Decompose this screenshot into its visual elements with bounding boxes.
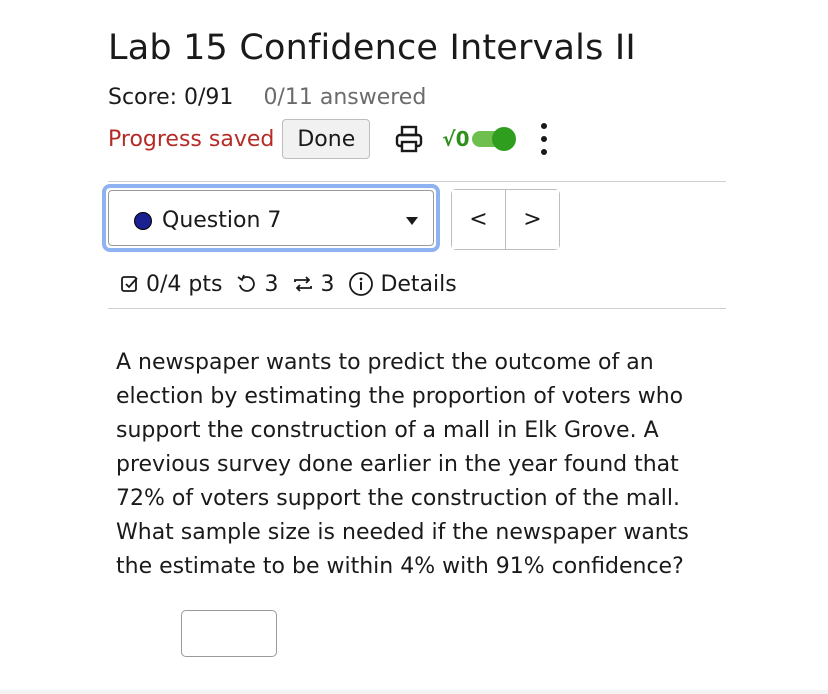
question-nav-buttons: < >	[451, 189, 560, 250]
versions-count: 3	[320, 271, 335, 297]
score-text: Score: 0/91	[108, 85, 234, 110]
divider	[108, 181, 726, 182]
sqrt-icon: √0	[442, 127, 470, 151]
answered-count: 0/11 answered	[263, 85, 427, 110]
info-icon	[349, 272, 374, 296]
score-row: Score: 0/91 0/11 answered	[108, 85, 426, 110]
attempts-item: 3	[236, 272, 278, 297]
points-text: 0/4 pts	[146, 271, 223, 297]
toggle-knob	[491, 127, 516, 151]
progress-saved-status: Progress saved	[108, 126, 275, 152]
question-status-dot	[134, 212, 152, 230]
attempts-count: 3	[264, 271, 279, 297]
question-meta: 0/4 pts 3 3 Details	[120, 268, 471, 300]
details-link[interactable]: Details	[348, 271, 457, 297]
kebab-menu-icon[interactable]	[540, 123, 548, 155]
versions-item: 3	[292, 272, 334, 297]
page-title: Lab 15 Confidence Intervals II	[108, 28, 636, 68]
question-select-label: Question 7	[162, 208, 282, 233]
details-label: Details	[380, 271, 457, 297]
math-input-toggle[interactable]: √0	[442, 127, 516, 151]
question-select[interactable]: Question 7	[102, 184, 440, 252]
done-button[interactable]: Done	[282, 119, 371, 159]
toolbar: Progress saved Done √0	[108, 118, 548, 160]
caret-down-icon	[406, 217, 418, 225]
print-icon[interactable]	[394, 124, 424, 154]
retry-icon	[237, 274, 256, 292]
question-text: A newspaper wants to predict the outcome…	[116, 350, 689, 579]
checkbox-icon	[121, 276, 138, 292]
toggle-switch[interactable]	[471, 127, 516, 151]
next-question-button[interactable]: >	[506, 190, 559, 249]
assignment-page: Lab 15 Confidence Intervals II Score: 0/…	[0, 0, 828, 694]
bottom-strip	[0, 690, 828, 694]
points-item: 0/4 pts	[120, 272, 222, 297]
divider	[108, 308, 726, 309]
previous-question-button[interactable]: <	[452, 190, 506, 249]
answer-input[interactable]	[181, 610, 277, 657]
versions-icon	[294, 276, 313, 292]
